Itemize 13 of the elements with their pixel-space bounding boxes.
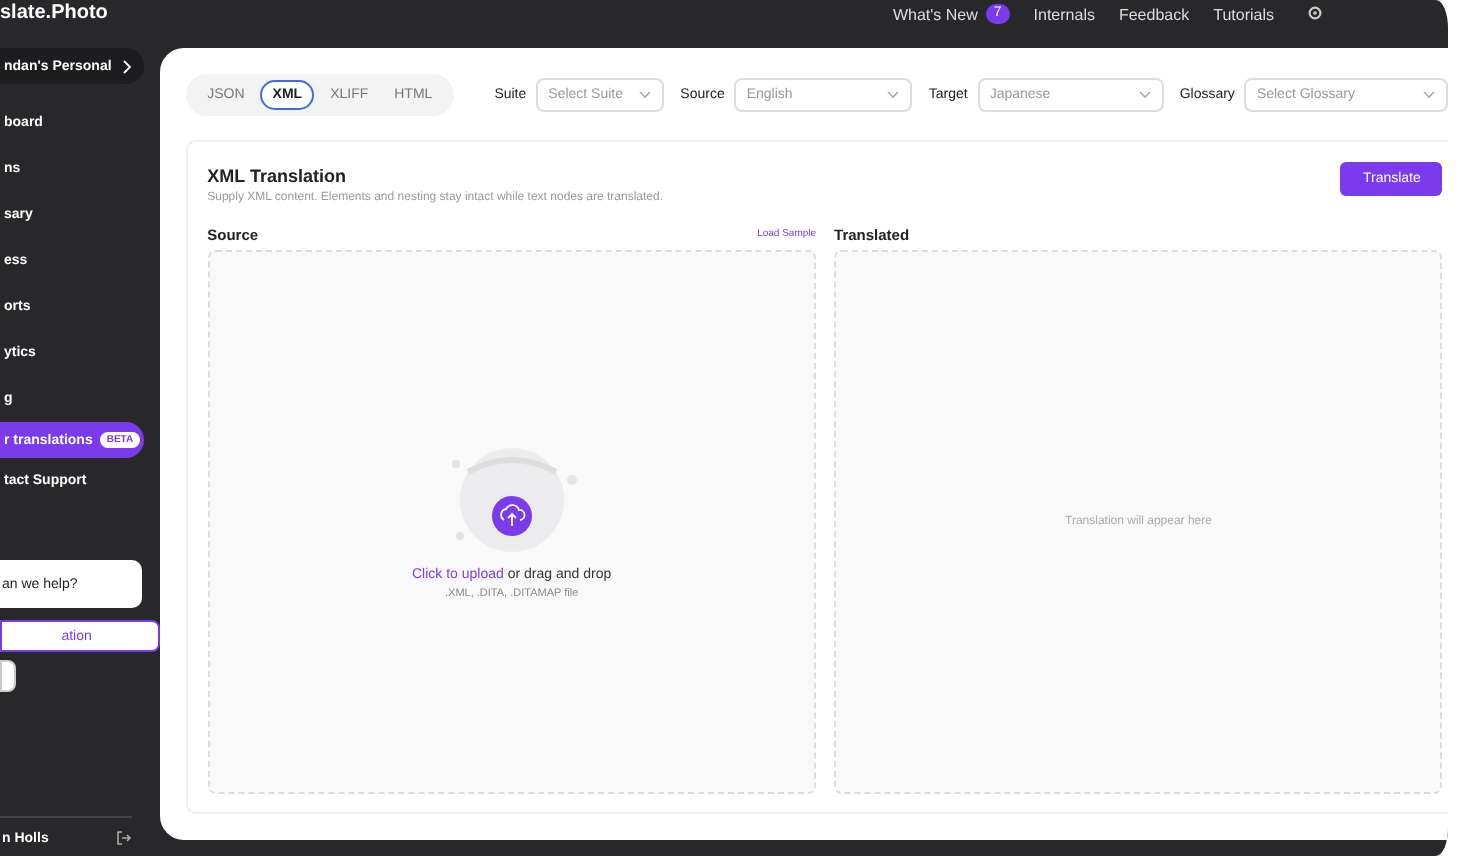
nav-link[interactable]: Feedback <box>1118 4 1190 24</box>
nav-link[interactable]: Internals <box>1033 4 1095 24</box>
settings-icon[interactable] <box>1306 4 1324 22</box>
card-title: XML Translation <box>207 166 348 186</box>
chevron-down-icon <box>638 90 653 100</box>
app-logo: slate.Photo <box>0 2 110 24</box>
chevron-down-icon <box>1422 90 1437 100</box>
chevron-right-icon <box>121 59 132 73</box>
chevron-down-icon <box>1137 90 1152 100</box>
nav-link[interactable]: Tutorials <box>1213 4 1274 24</box>
logout-icon[interactable] <box>115 830 132 846</box>
help-button[interactable] <box>0 660 16 692</box>
chevron-down-icon <box>886 90 901 100</box>
